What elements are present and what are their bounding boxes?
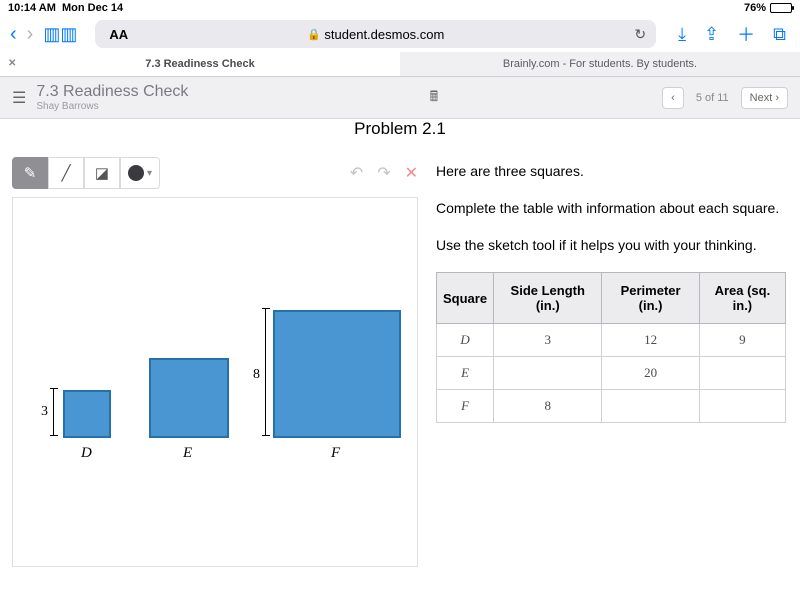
activity-title: 7.3 Readiness Check (36, 83, 188, 101)
status-date: Mon Dec 14 (62, 2, 123, 14)
instruction-1: Here are three squares. (436, 161, 786, 182)
square-f (273, 310, 401, 438)
battery-percent: 76% (744, 2, 766, 14)
menu-icon[interactable]: ☰ (12, 88, 26, 108)
problem-title: Problem 2.1 (0, 119, 800, 139)
table-header-row: Square Side Length (in.) Perimeter (in.)… (437, 273, 786, 324)
tabs-icon[interactable]: ⧉ (769, 24, 790, 45)
sketch-toolbar: ✎ ╱ ◪ ▾ ↶ ↷ ✕ (12, 157, 418, 189)
share-icon[interactable]: ⇪ (700, 24, 723, 45)
tab-inactive[interactable]: Brainly.com - For students. By students. (400, 52, 800, 77)
cell-name: E (437, 357, 494, 390)
chevron-down-icon: ▾ (147, 168, 152, 179)
eraser-tool[interactable]: ◪ (84, 157, 120, 189)
downloads-icon[interactable]: ⤓ (674, 24, 690, 45)
square-label-d: D (81, 445, 92, 462)
next-button[interactable]: Next › (741, 87, 788, 109)
sketch-canvas[interactable]: 3 D E 8 F (12, 197, 418, 567)
pencil-tool[interactable]: ✎ (12, 157, 48, 189)
dimension-bar-f (265, 308, 266, 436)
pager: ‹ 5 of 11 Next › (662, 87, 788, 109)
address-bar[interactable]: AA 🔒 student.desmos.com ↻ (95, 20, 656, 48)
cell-perim[interactable] (602, 390, 699, 423)
cell-perim[interactable]: 12 (602, 324, 699, 357)
main-content: ✎ ╱ ◪ ▾ ↶ ↷ ✕ 3 D E 8 F Here are three s… (0, 149, 800, 567)
page-position: 5 of 11 (690, 92, 735, 104)
line-tool[interactable]: ╱ (48, 157, 84, 189)
text-size-button[interactable]: AA (109, 27, 128, 42)
cell-name: D (437, 324, 494, 357)
ipad-status-bar: 10:14 AM Mon Dec 14 76% (0, 0, 800, 16)
cell-perim[interactable]: 20 (602, 357, 699, 390)
redo-icon[interactable]: ↷ (377, 163, 390, 183)
calculator-icon[interactable]: 🖩 (426, 86, 442, 110)
tab-active[interactable]: ✕ 7.3 Readiness Check (0, 52, 400, 77)
cell-name: F (437, 390, 494, 423)
dimension-bar-d (53, 388, 54, 436)
tab-strip: ✕ 7.3 Readiness Check Brainly.com - For … (0, 52, 800, 77)
prev-button[interactable]: ‹ (662, 87, 684, 109)
problem-title-row: Problem 2.1 (0, 119, 800, 139)
table-row: F 8 (437, 390, 786, 423)
cell-side[interactable] (494, 357, 602, 390)
undo-icon[interactable]: ↶ (350, 163, 363, 183)
refresh-icon[interactable]: ↻ (634, 26, 646, 43)
cell-area[interactable]: 9 (699, 324, 785, 357)
color-swatch-icon (128, 165, 144, 181)
back-button[interactable]: ‹ (10, 23, 17, 46)
student-name: Shay Barrows (36, 101, 188, 112)
cell-area[interactable] (699, 357, 785, 390)
col-square: Square (437, 273, 494, 324)
safari-toolbar: ‹ › ▥▥ AA 🔒 student.desmos.com ↻ ⤓ ⇪ ＋ ⧉ (0, 16, 800, 52)
dimension-label-f: 8 (253, 367, 260, 383)
battery-icon (770, 3, 792, 13)
square-label-e: E (183, 445, 192, 462)
lock-icon: 🔒 (307, 28, 321, 41)
new-tab-icon[interactable]: ＋ (733, 21, 759, 47)
col-side: Side Length (in.) (494, 273, 602, 324)
cell-area[interactable] (699, 390, 785, 423)
instruction-2: Complete the table with information abou… (436, 198, 786, 219)
forward-button: › (27, 23, 34, 46)
bookmarks-icon[interactable]: ▥▥ (43, 24, 77, 45)
tab-label: 7.3 Readiness Check (145, 58, 254, 70)
square-e (149, 358, 229, 438)
data-table: Square Side Length (in.) Perimeter (in.)… (436, 272, 786, 423)
square-d (63, 390, 111, 438)
table-row: E 20 (437, 357, 786, 390)
status-time: 10:14 AM (8, 2, 56, 14)
dimension-label-d: 3 (41, 404, 48, 420)
color-picker[interactable]: ▾ (120, 157, 160, 189)
table-row: D 3 12 9 (437, 324, 786, 357)
sketch-column: ✎ ╱ ◪ ▾ ↶ ↷ ✕ 3 D E 8 F (0, 157, 430, 567)
col-perimeter: Perimeter (in.) (602, 273, 699, 324)
col-area: Area (sq. in.) (699, 273, 785, 324)
cell-side[interactable]: 8 (494, 390, 602, 423)
cell-side[interactable]: 3 (494, 324, 602, 357)
activity-header: ☰ 7.3 Readiness Check Shay Barrows 🖩 ‹ 5… (0, 77, 800, 119)
problem-column: Here are three squares. Complete the tab… (430, 157, 800, 567)
tab-label: Brainly.com - For students. By students. (503, 58, 697, 70)
square-label-f: F (331, 445, 340, 462)
instruction-3: Use the sketch tool if it helps you with… (436, 235, 786, 256)
clear-icon[interactable]: ✕ (405, 163, 418, 183)
close-tab-icon[interactable]: ✕ (8, 58, 16, 69)
url-text: student.desmos.com (324, 27, 444, 42)
